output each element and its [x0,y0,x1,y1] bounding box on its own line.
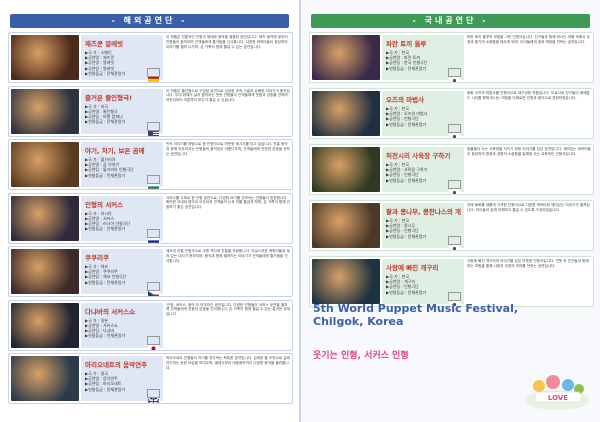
performance-photo [11,302,79,348]
performance-description: 동물들이 사는 사육장을 지키기 위한 이야기를 담은 공연입니다. 재미있는 … [467,147,591,156]
performance-info: 즐거운 줄인형극! ▶국 가 : 미국 ▶공연명 : 줄인형극 ▶공연팀 : 퍼펫 컴… [81,88,163,136]
performance-description: '인형, 써커스, 음악'이 어우러진 공연입니다. 다양한 인형들이 서커스 … [166,302,290,317]
left-performance-card: 쿠쿠리쿠 ▶국 가 : 체코 ▶공연명 : 쿠쿠리쿠 ▶공연팀 : 체코 인형극단 ▶연… [8,246,293,297]
performance-info: 야기, 처기, 보은 곰에 ▶국 가 : 불가리아 ▶공연명 : 곰 이야기 ▶공연팀… [81,142,163,189]
russia-flag-icon [147,228,160,243]
korea-flag-icon [448,292,461,306]
performance-title: 재즈쿤 알레빗 [85,40,124,48]
performance-title: 쿠쿠리쿠 [85,254,109,262]
performance-description: 사랑에 빠진 개구리의 이야기를 담은 따뜻한 인형극입니다. 연못 속 친구들… [467,259,589,268]
festival-title-line1: 5th World Puppet Music Festival, [313,302,519,315]
performance-info: 다냐바의 서커스쇼 ▶국 가 : 일본 ▶공연명 : 서커스쇼 ▶공연팀 : 다냐바 ▶… [81,302,163,350]
performance-description: 민속 이야기를 바탕으로 한 인형극으로 따뜻한 메시지를 담고 있습니다. 전… [166,142,290,156]
performance-photo [312,259,380,304]
performance-title: 파란 토끼 올루 [386,40,427,48]
performance-description: 전래 동화를 새롭게 각색한 인형극으로 다양한 캐릭터와 재미있는 이야기가 … [467,203,590,212]
usa-flag-icon [147,121,160,136]
performance-photo [11,249,79,294]
left-performance-card: 마리오네트의 음악연주 ▶국 가 : 영국 ▶공연명 : 음악연주 ▶공연팀 : 마리… [8,353,293,404]
performance-info: 마리오네트의 음악연주 ▶국 가 : 영국 ▶공연명 : 음악연주 ▶공연팀 : 마리… [81,356,163,403]
performance-description: 파란 토끼 올루의 모험을 그린 인형극입니다. 친구들과 함께 떠나는 여행 … [467,35,590,44]
left-performance-card: 야기, 처기, 보은 곰에 ▶국 가 : 불가리아 ▶공연명 : 곰 이야기 ▶공연팀… [8,139,293,190]
right-performance-card: 오즈의 마법사 ▶국 가 : 한국 ▶공연명 : 오즈의 마법사 ▶공연팀 : 인형극… [309,88,594,139]
japan-flag-icon [147,335,160,350]
performance-info: 쿠쿠리쿠 ▶국 가 : 체코 ▶공연명 : 쿠쿠리쿠 ▶공연팀 : 체코 인형극단 ▶연… [81,249,163,296]
korea-flag-icon [448,180,461,194]
performance-info: 팥과 콩나무, 콩한나스의 개 ▶국 가 : 한국 ▶공연명 : 콩나무 ▶공연팀 :… [382,203,464,250]
korea-flag-icon [448,236,461,250]
right-performance-card: 허전시리 사육장 구하기 ▶국 가 : 한국 ▶공연명 : 사육장 구하기 ▶공연팀 … [309,144,594,195]
mascot-illustration: LOVE [525,375,589,410]
performance-photo [312,147,380,192]
performance-title: 사랑에 빠진 개구리 [386,264,439,272]
performance-title: 허전시리 사육장 구하기 [386,152,451,160]
performance-photo [11,356,79,401]
korea-flag-icon [448,68,461,82]
left-performance-card: 인형의 서커스 ▶국 가 : 러시아 ▶공연명 : 서커스 ▶공연팀 : 러시아 인형… [8,192,293,244]
performance-info: 사랑에 빠진 개구리 ▶국 가 : 한국 ▶공연명 : 개구리 ▶공연팀 : 인형극단… [382,259,464,306]
performance-description: 동화 오즈의 마법사를 인형극으로 재구성한 작품입니다. 도로시와 친구들이 … [467,91,590,100]
performance-photo [11,35,79,80]
performance-info: 허전시리 사육장 구하기 ▶국 가 : 한국 ▶공연명 : 사육장 구하기 ▶공연팀 … [382,147,464,194]
left-page: - 해외공연단 - 재즈쿤 알레빗 ▶국 가 : 스페인 ▶공연명 : 재즈쿤 ▶공연… [0,0,299,422]
right-performance-card: 팥과 콩나무, 콩한나스의 개 ▶국 가 : 한국 ▶공연명 : 콩나무 ▶공연팀 :… [309,200,594,251]
performance-title: 팥과 콩나무, 콩한나스의 개 [386,208,462,216]
performance-title: 즐거운 줄인형극! [85,93,133,102]
left-performance-card: 즐거운 줄인형극! ▶국 가 : 미국 ▶공연명 : 줄인형극 ▶공연팀 : 퍼펫 컴… [8,85,293,137]
performance-photo [312,203,380,248]
festival-title: 5th World Puppet Music Festival, Chilgok… [313,302,553,328]
right-performance-card: 파란 토끼 올루 ▶국 가 : 한국 ▶공연명 : 파란 토끼 ▶공연팀 : 한국 인… [309,32,594,83]
left-performance-card: 다냐바의 서커스쇼 ▶국 가 : 일본 ▶공연명 : 서커스쇼 ▶공연팀 : 다냐바 ▶… [8,299,293,351]
performance-photo [11,142,79,187]
bulgaria-flag-icon [147,175,160,189]
performance-title: 다냐바의 서커스쇼 [85,307,136,316]
festival-title-line2: Chilgok, Korea [313,315,404,328]
performance-description: 이 작품은 줄인형으로 구성된 공연으로 섬세한 조작 기술과 유쾌한 이야기가… [166,88,290,103]
performance-title: 마리오네트의 음악연주 [85,361,148,369]
domestic-header: - 국내공연단 - [311,14,590,28]
performance-description: 이 작품은 전통적인 인형극 형태와 음악을 결합한 공연입니다. 재즈 음악에… [166,35,288,49]
performance-description: 서커스를 주제로 한 인형 공연으로, 다양한 묘기를 선보이는 인형들이 등장… [166,195,290,210]
right-performance-card: 사랑에 빠진 개구리 ▶국 가 : 한국 ▶공연명 : 개구리 ▶공연팀 : 인형극단… [309,256,594,307]
spain-flag-icon [147,68,160,82]
performance-photo [11,88,79,134]
performance-info: 인형의 서커스 ▶국 가 : 러시아 ▶공연명 : 서커스 ▶공연팀 : 러시아 인형… [81,195,163,243]
performance-info: 파란 토끼 올루 ▶국 가 : 한국 ▶공연명 : 파란 토끼 ▶공연팀 : 한국 인… [382,35,464,82]
korea-flag-icon [448,124,461,138]
overseas-header: - 해외공연단 - [10,14,289,28]
festival-tagline: 웃기는 인형, 서커스 인형 [313,351,409,361]
performance-info: 오즈의 마법사 ▶국 가 : 한국 ▶공연명 : 오즈의 마법사 ▶공연팀 : 인형극… [382,91,464,138]
performance-photo [312,35,380,80]
performance-title: 야기, 처기, 보은 곰에 [85,147,145,155]
performance-description: 마리오네트 인형들이 악기를 연주하는 독특한 공연입니다. 섬세한 줄 조작으… [166,356,290,370]
uk-flag-icon [147,389,160,403]
mascot-label: LOVE [548,394,568,402]
performance-title: 인형의 서커스 [85,200,124,209]
left-performance-card: 재즈쿤 알레빗 ▶국 가 : 스페인 ▶공연명 : 재즈쿤 ▶공연명 : 알레빗 ▶공연… [8,32,293,83]
czech-flag-icon [147,282,160,296]
performance-title: 오즈의 마법사 [386,96,425,104]
performance-photo [312,91,380,136]
right-page: - 국내공연단 - 파란 토끼 올루 ▶국 가 : 한국 ▶공연명 : 파란 토끼 ▶… [301,0,600,422]
performance-photo [11,195,79,241]
performance-description: 체코의 전통 인형극으로 오랜 역사와 전통을 자랑합니다. 익살스러운 캐릭터… [166,249,290,263]
performance-info: 재즈쿤 알레빗 ▶국 가 : 스페인 ▶공연명 : 재즈쿤 ▶공연명 : 알레빗 ▶공연… [81,35,163,82]
